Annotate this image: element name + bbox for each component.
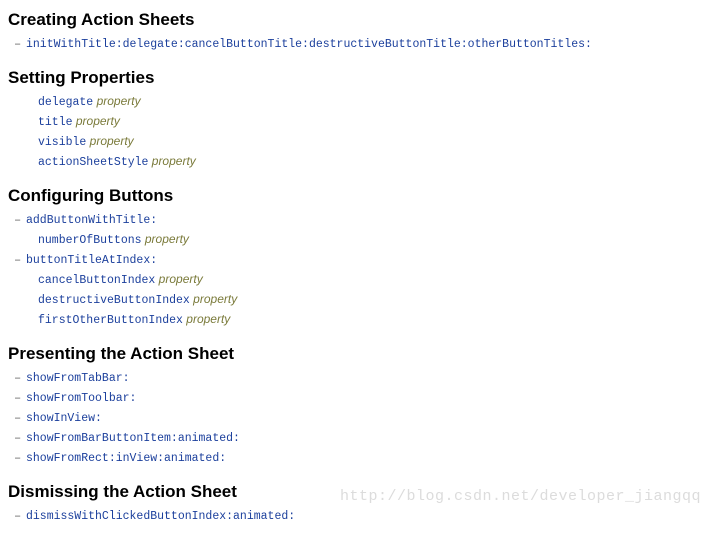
api-symbol-link[interactable]: firstOtherButtonIndex	[38, 314, 183, 327]
api-symbol-link[interactable]: title	[38, 116, 73, 129]
property-label: property	[76, 114, 120, 128]
property-label: property	[186, 312, 230, 326]
api-symbol-link[interactable]: initWithTitle:delegate:cancelButtonTitle…	[26, 38, 592, 51]
method-dash-icon: –	[14, 369, 26, 387]
section-items: –showFromTabBar:–showFromToolbar:–showIn…	[26, 368, 719, 468]
list-item: numberOfButtons property	[26, 230, 719, 250]
section-heading: Dismissing the Action Sheet	[8, 482, 719, 502]
api-symbol-link[interactable]: showFromBarButtonItem:animated:	[26, 432, 240, 445]
section-items: –dismissWithClickedButtonIndex:animated:	[26, 506, 719, 526]
api-symbol-link[interactable]: addButtonWithTitle:	[26, 214, 157, 227]
property-label: property	[97, 94, 141, 108]
property-label: property	[193, 292, 237, 306]
api-symbol-link[interactable]: showFromTabBar:	[26, 372, 130, 385]
property-label: property	[90, 134, 134, 148]
list-item: cancelButtonIndex property	[26, 270, 719, 290]
list-item: –buttonTitleAtIndex:	[26, 250, 719, 270]
method-dash-icon: –	[14, 507, 26, 525]
property-label: property	[152, 154, 196, 168]
list-item: –addButtonWithTitle:	[26, 210, 719, 230]
list-item: –showInView:	[26, 408, 719, 428]
method-dash-icon: –	[14, 449, 26, 467]
list-item: –showFromRect:inView:animated:	[26, 448, 719, 468]
section-heading: Configuring Buttons	[8, 186, 719, 206]
method-dash-icon: –	[14, 429, 26, 447]
section-heading: Setting Properties	[8, 68, 719, 88]
list-item: destructiveButtonIndex property	[26, 290, 719, 310]
api-symbol-link[interactable]: showInView:	[26, 412, 102, 425]
method-dash-icon: –	[14, 251, 26, 269]
list-item: title property	[26, 112, 719, 132]
api-symbol-link[interactable]: dismissWithClickedButtonIndex:animated:	[26, 510, 295, 523]
method-dash-icon: –	[14, 35, 26, 53]
list-item: –showFromTabBar:	[26, 368, 719, 388]
list-item: delegate property	[26, 92, 719, 112]
method-dash-icon: –	[14, 211, 26, 229]
list-item: –showFromBarButtonItem:animated:	[26, 428, 719, 448]
api-symbol-link[interactable]: actionSheetStyle	[38, 156, 148, 169]
list-item: –initWithTitle:delegate:cancelButtonTitl…	[26, 34, 719, 54]
property-label: property	[145, 232, 189, 246]
section-heading: Creating Action Sheets	[8, 10, 719, 30]
list-item: –dismissWithClickedButtonIndex:animated:	[26, 506, 719, 526]
api-symbol-link[interactable]: buttonTitleAtIndex:	[26, 254, 157, 267]
list-item: –showFromToolbar:	[26, 388, 719, 408]
property-label: property	[159, 272, 203, 286]
method-dash-icon: –	[14, 409, 26, 427]
list-item: actionSheetStyle property	[26, 152, 719, 172]
api-symbol-link[interactable]: showFromToolbar:	[26, 392, 136, 405]
section-items: delegate propertytitle propertyvisible p…	[26, 92, 719, 172]
section-items: –addButtonWithTitle:numberOfButtons prop…	[26, 210, 719, 330]
api-symbol-link[interactable]: showFromRect:inView:animated:	[26, 452, 226, 465]
api-symbol-link[interactable]: cancelButtonIndex	[38, 274, 155, 287]
api-symbol-link[interactable]: delegate	[38, 96, 93, 109]
api-symbol-link[interactable]: numberOfButtons	[38, 234, 142, 247]
list-item: firstOtherButtonIndex property	[26, 310, 719, 330]
section-heading: Presenting the Action Sheet	[8, 344, 719, 364]
method-dash-icon: –	[14, 389, 26, 407]
list-item: visible property	[26, 132, 719, 152]
api-symbol-link[interactable]: visible	[38, 136, 86, 149]
api-symbol-link[interactable]: destructiveButtonIndex	[38, 294, 190, 307]
section-items: –initWithTitle:delegate:cancelButtonTitl…	[26, 34, 719, 54]
